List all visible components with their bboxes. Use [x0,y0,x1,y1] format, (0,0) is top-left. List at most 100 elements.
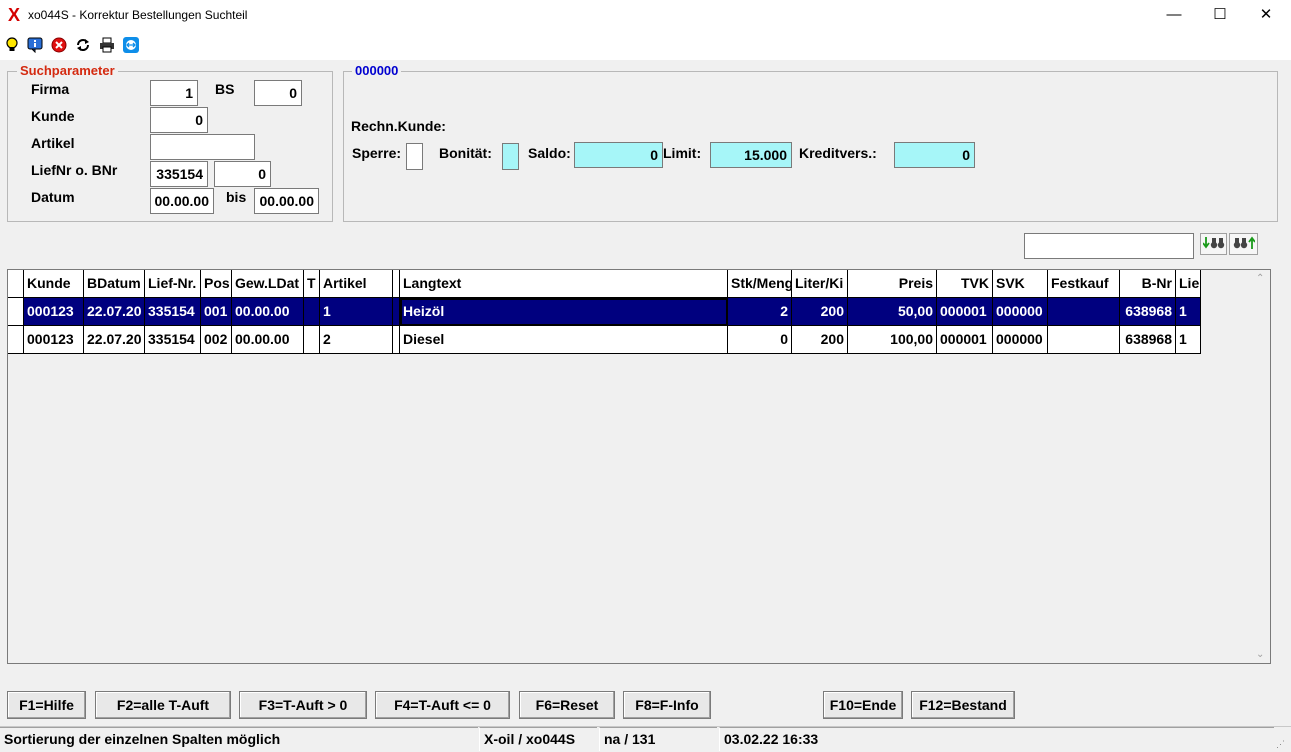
artikel-field[interactable] [150,134,255,160]
f1-help-button[interactable]: F1=Hilfe [7,691,86,719]
bnr-field[interactable]: 0 [214,161,271,187]
status-program: X-oil / xo044S [479,727,597,751]
cell-pos: 002 [201,326,232,354]
cell-artikel: 2 [320,326,393,354]
cell-bdatum: 22.07.20 [84,326,145,354]
header-tvk[interactable]: TVK [937,270,993,298]
cancel-icon[interactable] [51,37,67,53]
bs-field[interactable]: 0 [254,80,302,106]
vertical-scrollbar[interactable]: ⌃ ⌄ [1253,270,1270,663]
window-title: xo044S - Korrektur Bestellungen Suchteil [28,8,248,22]
cell-svk: 000000 [993,326,1048,354]
firma-label: Firma [31,81,70,97]
cell-lie: 1 [1176,298,1201,326]
header-gew-ldat[interactable]: Gew.LDat [232,270,304,298]
status-user: na / 131 [599,727,717,751]
header-bdatum[interactable]: BDatum [84,270,145,298]
binoculars-up-icon [1233,236,1256,253]
sperre-label: Sperre: [352,145,402,161]
cell-langtext[interactable]: Heizöl [400,298,728,326]
scroll-up-icon[interactable]: ⌃ [1256,273,1264,284]
f3-orders-positive-button[interactable]: F3=T-Auft > 0 [239,691,367,719]
datum-to-field[interactable]: 00.00.00 [254,188,319,214]
bonitaet-field [502,143,519,170]
cell-langtext[interactable]: Diesel [400,326,728,354]
kunde-field[interactable]: 0 [150,107,208,133]
cell-pos: 001 [201,298,232,326]
cell-lief-nr: 335154 [145,298,201,326]
saldo-field: 0 [574,142,663,168]
kunde-label: Kunde [31,108,75,124]
cell-tvk: 000001 [937,298,993,326]
cell-preis: 100,00 [848,326,937,354]
header-langtext[interactable]: Langtext [400,270,728,298]
search-up-button[interactable] [1229,233,1258,255]
limit-field: 15.000 [710,142,792,168]
cell-svk: 000000 [993,298,1048,326]
cell-stk-meng: 2 [728,298,792,326]
cell-kunde: 000123 [24,298,84,326]
search-down-button[interactable] [1200,233,1227,255]
cell-t [304,326,320,354]
bs-label: BS [215,81,235,97]
sperre-field[interactable] [406,143,423,170]
header-t[interactable]: T [304,270,320,298]
cell-lief-nr: 335154 [145,326,201,354]
cell-lie: 1 [1176,326,1201,354]
header-stk-meng[interactable]: Stk/Meng [728,270,792,298]
liefnr-label: LiefNr o. BNr [31,162,118,178]
header-lie[interactable]: Lie [1176,270,1201,298]
row-selector[interactable] [8,326,24,354]
cell-spacer [393,298,400,326]
scroll-down-icon[interactable]: ⌄ [1256,649,1264,660]
cell-preis: 50,00 [848,298,937,326]
f12-stock-button[interactable]: F12=Bestand [911,691,1015,719]
f6-reset-button[interactable]: F6=Reset [519,691,615,719]
f8-info-button[interactable]: F8=F-Info [623,691,711,719]
cell-liter-ki: 200 [792,326,848,354]
datum-from-field[interactable]: 00.00.00 [150,188,214,214]
close-button[interactable]: ✕ [1243,0,1289,30]
cell-festkauf [1048,326,1120,354]
header-artikel[interactable]: Artikel [320,270,393,298]
cell-tvk: 000001 [937,326,993,354]
cell-spacer [393,326,400,354]
refresh-icon[interactable] [75,37,91,53]
datum-label: Datum [31,189,75,205]
status-datetime: 03.02.22 16:33 [719,727,1274,751]
app-logo-icon: X [8,5,21,25]
f4-orders-nonpositive-button[interactable]: F4=T-Auft <= 0 [375,691,510,719]
bis-label: bis [226,189,247,205]
teamviewer-icon[interactable] [123,37,139,53]
search-legend: Suchparameter [17,63,118,78]
minimize-button[interactable]: — [1151,0,1197,30]
header-svk[interactable]: SVK [993,270,1048,298]
header-preis[interactable]: Preis [848,270,937,298]
f2-all-orders-button[interactable]: F2=alle T-Auft [95,691,231,719]
bonitaet-label: Bonität: [439,145,492,161]
f10-end-button[interactable]: F10=Ende [823,691,903,719]
maximize-button[interactable]: ☐ [1197,0,1243,30]
row-selector[interactable] [8,298,24,326]
artikel-label: Artikel [31,135,75,151]
rechn-kunde-label: Rechn.Kunde: [351,118,446,134]
header-kunde[interactable]: Kunde [24,270,84,298]
header-lief-nr[interactable]: Lief-Nr. [145,270,201,298]
header-b-nr[interactable]: B-Nr [1120,270,1176,298]
header-pos[interactable]: Pos [201,270,232,298]
limit-label: Limit: [663,145,702,161]
liefnr-field[interactable]: 335154 [150,161,208,187]
header-festkauf[interactable]: Festkauf [1048,270,1120,298]
print-icon[interactable] [99,37,115,53]
cell-kunde: 000123 [24,326,84,354]
cell-t [304,298,320,326]
orders-table[interactable]: Kunde BDatum Lief-Nr. Pos Gew.LDat T Art… [7,269,1271,664]
info-icon[interactable] [27,37,43,53]
firma-field[interactable]: 1 [150,80,198,106]
cell-artikel: 1 [320,298,393,326]
resize-grip-icon[interactable]: ⋰ [1276,738,1288,750]
lightbulb-icon[interactable] [4,37,20,53]
quick-search-input[interactable] [1024,233,1194,259]
header-liter-ki[interactable]: Liter/Ki [792,270,848,298]
header-spacer [393,270,400,298]
